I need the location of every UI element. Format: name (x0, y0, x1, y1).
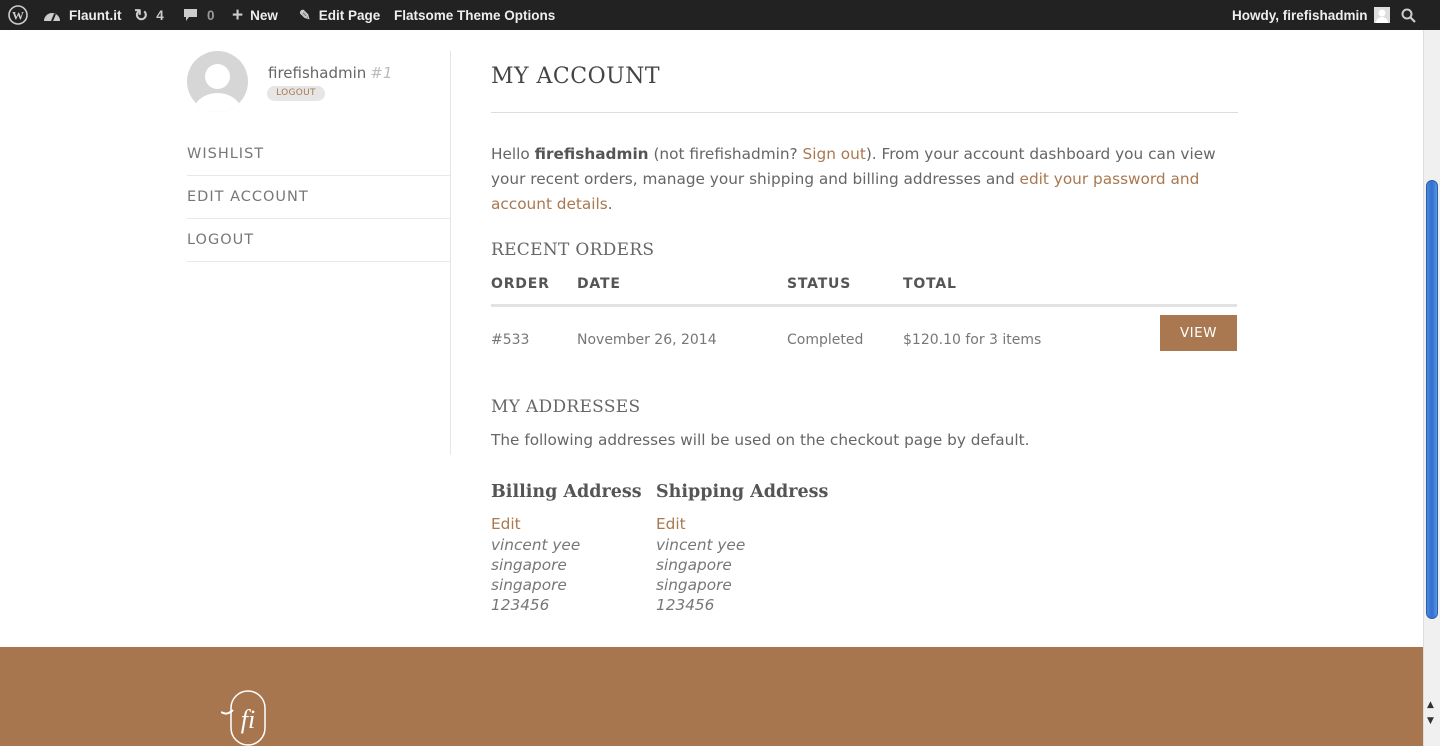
intro-end: . (607, 195, 613, 213)
shipping-address: Shipping Address Edit vincent yee singap… (656, 482, 828, 615)
intro-not-prefix: (not firefishadmin? (648, 145, 803, 163)
pencil-icon: ✎ (299, 6, 311, 23)
shipping-address-title: Shipping Address (656, 482, 829, 502)
view-order-button[interactable]: VIEW (1160, 315, 1237, 351)
edit-page-label: Edit Page (318, 7, 381, 23)
comment-icon (183, 8, 198, 22)
intro-hello: Hello (491, 145, 535, 163)
billing-address-line: singapore (491, 576, 567, 594)
column-header-status: STATUS (787, 276, 852, 292)
search-icon[interactable] (1401, 0, 1416, 30)
nav-wishlist[interactable]: WISHLIST (187, 133, 450, 176)
comments-count: 0 (207, 7, 215, 23)
title-divider (491, 112, 1238, 113)
admin-bar-comments[interactable]: 0 (183, 0, 215, 30)
admin-bar-site-link[interactable]: Flaunt.it (43, 0, 122, 30)
updates-count: 4 (156, 7, 164, 23)
shipping-edit-link[interactable]: Edit (656, 515, 828, 535)
wordpress-logo-icon[interactable]: W (8, 0, 28, 30)
admin-bar-updates[interactable]: ↻ 4 (134, 0, 164, 30)
column-header-order: ORDER (491, 276, 550, 292)
scroll-down-arrow-icon[interactable]: ▼ (1427, 716, 1434, 726)
dashboard-icon (43, 8, 61, 22)
order-number-link[interactable]: #533 (491, 332, 529, 348)
nav-logout[interactable]: LOGOUT (187, 219, 450, 262)
shipping-address-line: vincent yee (656, 536, 746, 554)
plus-icon: + (232, 4, 244, 26)
shipping-address-line: singapore (656, 576, 732, 594)
footer-logo[interactable]: fi (220, 690, 269, 750)
my-addresses-heading: MY ADDRESSES (491, 397, 641, 417)
shipping-address-line: singapore (656, 556, 732, 574)
user-id: #1 (370, 64, 393, 82)
scroll-up-arrow-icon[interactable]: ▲ (1427, 700, 1434, 710)
admin-bar: W Flaunt.it ↻ 4 0 + New ✎ Edit Page Flat… (0, 0, 1440, 30)
scrollbar-thumb[interactable] (1426, 180, 1438, 619)
column-header-total: TOTAL (903, 276, 957, 292)
billing-address-line: singapore (491, 556, 567, 574)
avatar (187, 51, 248, 112)
svg-text:W: W (12, 9, 24, 23)
billing-address-line: 123456 (491, 596, 550, 614)
shipping-address-line: 123456 (656, 596, 715, 614)
updates-icon: ↻ (134, 5, 149, 25)
intro-text: Hello firefishadmin (not firefishadmin? … (491, 142, 1221, 217)
billing-edit-link[interactable]: Edit (491, 515, 642, 535)
username: firefishadmin #1 (268, 64, 392, 82)
scrollbar[interactable]: ▲ ▼ (1423, 30, 1440, 746)
column-header-date: DATE (577, 276, 621, 292)
addresses-intro: The following addresses will be used on … (491, 431, 1030, 449)
admin-bar-edit-page[interactable]: ✎ Edit Page (299, 0, 380, 30)
sidebar-divider (450, 51, 451, 455)
admin-bar-account[interactable]: Howdy, firefishadmin (1232, 0, 1390, 30)
footer: fi (0, 647, 1424, 746)
theme-options-label: Flatsome Theme Options (394, 7, 556, 23)
billing-address: Billing Address Edit vincent yee singapo… (491, 482, 642, 615)
page-title: MY ACCOUNT (491, 64, 661, 89)
intro-username: firefishadmin (534, 145, 649, 163)
billing-address-line: vincent yee (491, 536, 581, 554)
order-date: November 26, 2014 (577, 332, 717, 348)
billing-address-title: Billing Address (491, 482, 642, 502)
admin-bar-new[interactable]: + New (232, 0, 278, 30)
order-status: Completed (787, 332, 864, 348)
table-header-rule (491, 304, 1237, 307)
site-name: Flaunt.it (69, 7, 122, 23)
order-total: $120.10 for 3 items (903, 332, 1042, 348)
logout-badge-button[interactable]: LOGOUT (267, 86, 325, 101)
new-label: New (250, 7, 278, 23)
greeting: Howdy, firefishadmin (1232, 7, 1368, 23)
account-nav: WISHLIST EDIT ACCOUNT LOGOUT (187, 133, 450, 262)
footer-logo-text: fi (241, 705, 255, 734)
nav-edit-account[interactable]: EDIT ACCOUNT (187, 176, 450, 219)
recent-orders-heading: RECENT ORDERS (491, 240, 655, 260)
sign-out-link[interactable]: Sign out (803, 145, 866, 163)
admin-bar-theme-options[interactable]: Flatsome Theme Options (394, 0, 555, 30)
user-avatar-small-icon (1373, 7, 1390, 23)
username-text: firefishadmin (268, 64, 367, 82)
